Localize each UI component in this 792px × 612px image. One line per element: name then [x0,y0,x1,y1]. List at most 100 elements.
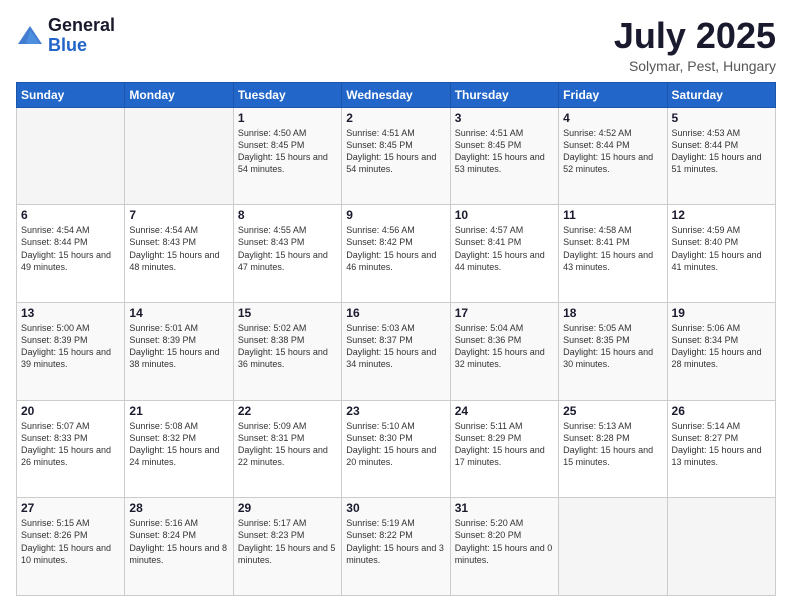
cell-info: Sunrise: 5:11 AMSunset: 8:29 PMDaylight:… [455,421,545,467]
calendar-cell: 3Sunrise: 4:51 AMSunset: 8:45 PMDaylight… [450,107,558,205]
calendar-cell: 2Sunrise: 4:51 AMSunset: 8:45 PMDaylight… [342,107,450,205]
calendar-cell [667,498,775,596]
cell-info: Sunrise: 4:51 AMSunset: 8:45 PMDaylight:… [346,128,436,174]
day-number: 13 [21,306,120,320]
calendar-week-2: 6 Sunrise: 4:54 AMSunset: 8:44 PMDaylight… [17,205,776,303]
calendar-cell: 19Sunrise: 5:06 AMSunset: 8:34 PMDayligh… [667,302,775,400]
cell-info: Sunrise: 5:00 AMSunset: 8:39 PMDaylight:… [21,323,111,369]
calendar-cell: 29 Sunrise: 5:17 AMSunset: 8:23 PMDayligh… [233,498,341,596]
cell-info: Sunrise: 5:16 AMSunset: 8:24 PMDaylight:… [129,518,227,564]
day-number: 29 [238,501,337,515]
day-number: 14 [129,306,228,320]
day-number: 6 [21,208,120,222]
calendar-cell: 1 Sunrise: 4:50 AMSunset: 8:45 PMDaylight… [233,107,341,205]
calendar-header-monday: Monday [125,82,233,107]
cell-info: Sunrise: 5:15 AMSunset: 8:26 PMDaylight:… [21,518,111,564]
cell-info: Sunrise: 4:56 AMSunset: 8:42 PMDaylight:… [346,225,436,271]
logo-icon [16,22,44,50]
cell-info: Sunrise: 5:10 AMSunset: 8:30 PMDaylight:… [346,421,436,467]
cell-info: Sunrise: 4:59 AMSunset: 8:40 PMDaylight:… [672,225,762,271]
day-number: 25 [563,404,662,418]
calendar-cell: 22 Sunrise: 5:09 AMSunset: 8:31 PMDayligh… [233,400,341,498]
day-number: 12 [672,208,771,222]
calendar-cell: 11 Sunrise: 4:58 AMSunset: 8:41 PMDayligh… [559,205,667,303]
cell-info: Sunrise: 4:54 AMSunset: 8:44 PMDaylight:… [21,225,111,271]
calendar-cell: 27Sunrise: 5:15 AMSunset: 8:26 PMDayligh… [17,498,125,596]
logo: General Blue [16,16,115,56]
calendar-cell: 13 Sunrise: 5:00 AMSunset: 8:39 PMDayligh… [17,302,125,400]
day-number: 11 [563,208,662,222]
calendar-header-sunday: Sunday [17,82,125,107]
title-block: July 2025 Solymar, Pest, Hungary [614,16,776,74]
day-number: 30 [346,501,445,515]
calendar-header-friday: Friday [559,82,667,107]
cell-info: Sunrise: 4:54 AMSunset: 8:43 PMDaylight:… [129,225,219,271]
day-number: 7 [129,208,228,222]
cell-info: Sunrise: 4:53 AMSunset: 8:44 PMDaylight:… [672,128,762,174]
calendar-cell: 12 Sunrise: 4:59 AMSunset: 8:40 PMDayligh… [667,205,775,303]
cell-info: Sunrise: 5:02 AMSunset: 8:38 PMDaylight:… [238,323,328,369]
header: General Blue July 2025 Solymar, Pest, Hu… [16,16,776,74]
calendar-cell: 24 Sunrise: 5:11 AMSunset: 8:29 PMDayligh… [450,400,558,498]
cell-info: Sunrise: 5:07 AMSunset: 8:33 PMDaylight:… [21,421,111,467]
day-number: 1 [238,111,337,125]
calendar-cell: 10 Sunrise: 4:57 AMSunset: 8:41 PMDayligh… [450,205,558,303]
calendar-cell: 15 Sunrise: 5:02 AMSunset: 8:38 PMDayligh… [233,302,341,400]
day-number: 10 [455,208,554,222]
calendar-week-4: 20Sunrise: 5:07 AMSunset: 8:33 PMDayligh… [17,400,776,498]
calendar-cell: 5 Sunrise: 4:53 AMSunset: 8:44 PMDaylight… [667,107,775,205]
calendar-header-row: SundayMondayTuesdayWednesdayThursdayFrid… [17,82,776,107]
day-number: 28 [129,501,228,515]
day-number: 26 [672,404,771,418]
day-number: 8 [238,208,337,222]
logo-blue: Blue [48,36,115,56]
calendar-cell: 25 Sunrise: 5:13 AMSunset: 8:28 PMDayligh… [559,400,667,498]
calendar-cell: 9 Sunrise: 4:56 AMSunset: 8:42 PMDaylight… [342,205,450,303]
day-number: 4 [563,111,662,125]
calendar-cell: 14 Sunrise: 5:01 AMSunset: 8:39 PMDayligh… [125,302,233,400]
cell-info: Sunrise: 4:57 AMSunset: 8:41 PMDaylight:… [455,225,545,271]
day-number: 18 [563,306,662,320]
calendar-cell: 26 Sunrise: 5:14 AMSunset: 8:27 PMDayligh… [667,400,775,498]
day-number: 5 [672,111,771,125]
cell-info: Sunrise: 5:01 AMSunset: 8:39 PMDaylight:… [129,323,219,369]
calendar-header-tuesday: Tuesday [233,82,341,107]
calendar-cell: 8 Sunrise: 4:55 AMSunset: 8:43 PMDaylight… [233,205,341,303]
calendar-cell: 16Sunrise: 5:03 AMSunset: 8:37 PMDayligh… [342,302,450,400]
day-number: 17 [455,306,554,320]
logo-text: General Blue [48,16,115,56]
cell-info: Sunrise: 4:55 AMSunset: 8:43 PMDaylight:… [238,225,328,271]
cell-info: Sunrise: 5:17 AMSunset: 8:23 PMDaylight:… [238,518,336,564]
cell-info: Sunrise: 5:04 AMSunset: 8:36 PMDaylight:… [455,323,545,369]
day-number: 9 [346,208,445,222]
cell-info: Sunrise: 5:20 AMSunset: 8:20 PMDaylight:… [455,518,553,564]
cell-info: Sunrise: 5:08 AMSunset: 8:32 PMDaylight:… [129,421,219,467]
calendar-cell: 7 Sunrise: 4:54 AMSunset: 8:43 PMDaylight… [125,205,233,303]
calendar-cell: 20Sunrise: 5:07 AMSunset: 8:33 PMDayligh… [17,400,125,498]
calendar-week-1: 1 Sunrise: 4:50 AMSunset: 8:45 PMDaylight… [17,107,776,205]
calendar-cell: 18Sunrise: 5:05 AMSunset: 8:35 PMDayligh… [559,302,667,400]
cell-info: Sunrise: 5:09 AMSunset: 8:31 PMDaylight:… [238,421,328,467]
calendar-cell: 31Sunrise: 5:20 AMSunset: 8:20 PMDayligh… [450,498,558,596]
calendar-cell [17,107,125,205]
calendar-cell: 23Sunrise: 5:10 AMSunset: 8:30 PMDayligh… [342,400,450,498]
subtitle: Solymar, Pest, Hungary [614,58,776,74]
calendar-cell: 17 Sunrise: 5:04 AMSunset: 8:36 PMDayligh… [450,302,558,400]
cell-info: Sunrise: 4:52 AMSunset: 8:44 PMDaylight:… [563,128,653,174]
calendar-header-thursday: Thursday [450,82,558,107]
day-number: 22 [238,404,337,418]
page: General Blue July 2025 Solymar, Pest, Hu… [0,0,792,612]
day-number: 15 [238,306,337,320]
calendar-week-3: 13 Sunrise: 5:00 AMSunset: 8:39 PMDayligh… [17,302,776,400]
day-number: 24 [455,404,554,418]
cell-info: Sunrise: 4:50 AMSunset: 8:45 PMDaylight:… [238,128,328,174]
calendar-cell: 6 Sunrise: 4:54 AMSunset: 8:44 PMDaylight… [17,205,125,303]
calendar-cell: 30Sunrise: 5:19 AMSunset: 8:22 PMDayligh… [342,498,450,596]
cell-info: Sunrise: 5:13 AMSunset: 8:28 PMDaylight:… [563,421,653,467]
calendar-header-wednesday: Wednesday [342,82,450,107]
main-title: July 2025 [614,16,776,56]
cell-info: Sunrise: 4:58 AMSunset: 8:41 PMDaylight:… [563,225,653,271]
calendar-cell: 4 Sunrise: 4:52 AMSunset: 8:44 PMDaylight… [559,107,667,205]
day-number: 19 [672,306,771,320]
cell-info: Sunrise: 5:14 AMSunset: 8:27 PMDaylight:… [672,421,762,467]
